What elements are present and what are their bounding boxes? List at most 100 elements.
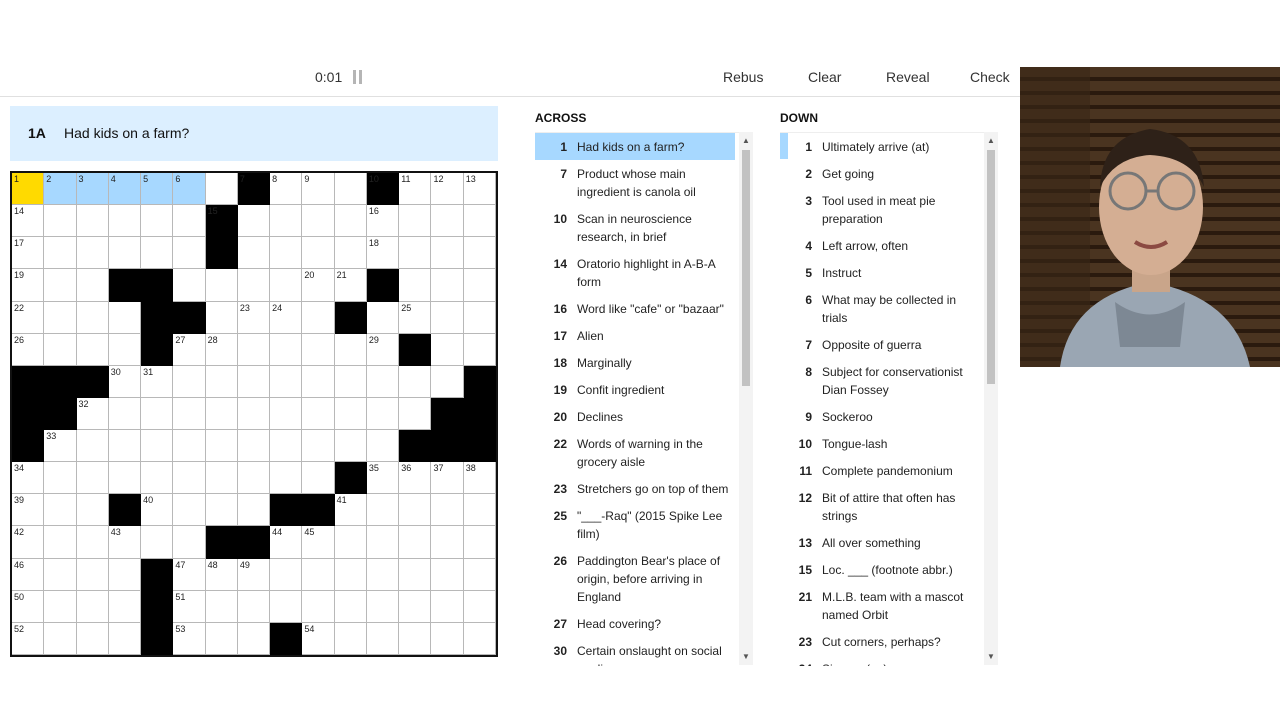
grid-cell[interactable]: 38 — [463, 462, 496, 495]
grid-cell[interactable] — [463, 237, 496, 270]
grid-cell[interactable] — [270, 590, 303, 623]
grid-cell[interactable] — [76, 301, 109, 334]
scroll-up-icon[interactable]: ▲ — [742, 136, 750, 145]
grid-cell[interactable] — [270, 365, 303, 398]
grid-cell[interactable]: 11 — [399, 173, 432, 206]
grid-cell[interactable] — [205, 365, 238, 398]
grid-cell[interactable]: 16 — [366, 205, 400, 238]
grid-cell[interactable] — [334, 526, 367, 559]
grid-cell[interactable] — [141, 397, 174, 431]
grid-cell[interactable]: 25 — [399, 301, 432, 334]
grid-cell[interactable] — [399, 494, 432, 527]
grid-cell[interactable] — [237, 237, 271, 270]
grid-cell[interactable] — [431, 269, 464, 302]
grid-cell[interactable]: 47 — [173, 558, 206, 591]
grid-cell[interactable] — [173, 397, 206, 431]
grid-cell[interactable] — [76, 237, 109, 270]
check-button[interactable]: Check — [970, 69, 1010, 85]
grid-cell[interactable] — [141, 205, 174, 238]
grid-cell[interactable]: 20 — [302, 269, 335, 302]
grid-cell[interactable] — [334, 622, 367, 655]
grid-cell[interactable] — [141, 526, 174, 559]
grid-cell[interactable] — [270, 397, 303, 431]
scroll-down-icon[interactable]: ▼ — [742, 652, 750, 661]
grid-cell[interactable] — [44, 301, 77, 334]
grid-cell[interactable] — [463, 205, 496, 238]
grid-cell[interactable] — [399, 590, 432, 623]
grid-cell[interactable] — [141, 462, 174, 495]
grid-cell[interactable] — [302, 462, 335, 495]
grid-cell[interactable] — [173, 365, 206, 398]
pause-icon[interactable] — [353, 70, 363, 84]
grid-cell[interactable]: 8 — [270, 173, 303, 206]
grid-cell[interactable]: 36 — [399, 462, 432, 495]
grid-cell[interactable]: 1 — [12, 173, 45, 206]
across-clue-item[interactable]: 1 Had kids on a farm? — [535, 133, 735, 160]
grid-cell[interactable]: 40 — [141, 494, 174, 527]
grid-cell[interactable] — [366, 558, 400, 591]
grid-cell[interactable] — [366, 622, 400, 655]
grid-cell[interactable] — [270, 237, 303, 270]
grid-cell[interactable] — [76, 269, 109, 302]
grid-cell[interactable]: 31 — [141, 365, 174, 398]
grid-cell[interactable] — [399, 558, 432, 591]
grid-cell[interactable] — [108, 558, 142, 591]
grid-cell[interactable] — [237, 462, 271, 495]
grid-cell[interactable]: 24 — [270, 301, 303, 334]
grid-cell[interactable] — [270, 430, 303, 463]
grid-cell[interactable] — [366, 526, 400, 559]
grid-cell[interactable] — [108, 301, 142, 334]
grid-cell[interactable] — [334, 430, 367, 463]
grid-cell[interactable] — [399, 397, 432, 431]
grid-cell[interactable] — [205, 430, 238, 463]
grid-cell[interactable]: 5 — [141, 173, 174, 206]
grid-cell[interactable] — [173, 462, 206, 495]
grid-cell[interactable]: 4 — [108, 173, 142, 206]
grid-cell[interactable] — [302, 333, 335, 366]
grid-cell[interactable] — [334, 237, 367, 270]
grid-cell[interactable] — [173, 494, 206, 527]
grid-cell[interactable] — [205, 173, 238, 206]
grid-cell[interactable] — [237, 590, 271, 623]
grid-cell[interactable] — [173, 205, 206, 238]
grid-cell[interactable]: 2 — [44, 173, 77, 206]
grid-cell[interactable] — [431, 590, 464, 623]
grid-cell[interactable] — [237, 430, 271, 463]
grid-cell[interactable] — [205, 397, 238, 431]
clear-button[interactable]: Clear — [808, 69, 841, 85]
grid-cell[interactable]: 34 — [12, 462, 45, 495]
grid-cell[interactable] — [108, 333, 142, 366]
grid-cell[interactable] — [399, 622, 432, 655]
grid-cell[interactable] — [399, 526, 432, 559]
grid-cell[interactable]: 46 — [12, 558, 45, 591]
grid-cell[interactable] — [431, 365, 464, 398]
grid-cell[interactable] — [463, 590, 496, 623]
grid-cell[interactable] — [237, 365, 271, 398]
grid-cell[interactable] — [399, 365, 432, 398]
grid-cell[interactable] — [431, 494, 464, 527]
crossword-grid[interactable]: 1 2 3 4 5 6 7 8 9 10 11 12 13 14 15 16 17 18 19 20 21 22 23 24 2… — [10, 171, 498, 657]
grid-cell[interactable] — [463, 301, 496, 334]
grid-cell[interactable]: 6 — [173, 173, 206, 206]
scroll-thumb[interactable] — [987, 150, 995, 384]
grid-cell[interactable] — [366, 365, 400, 398]
grid-cell[interactable] — [431, 526, 464, 559]
grid-cell[interactable]: 30 — [108, 365, 142, 398]
grid-cell[interactable] — [237, 397, 271, 431]
grid-cell[interactable] — [463, 526, 496, 559]
grid-cell[interactable] — [270, 205, 303, 238]
grid-cell[interactable] — [399, 237, 432, 270]
grid-cell[interactable] — [237, 269, 271, 302]
grid-cell[interactable] — [302, 430, 335, 463]
grid-cell[interactable] — [237, 333, 271, 366]
grid-cell[interactable] — [366, 590, 400, 623]
grid-cell[interactable] — [366, 397, 400, 431]
grid-cell[interactable]: 23 — [237, 301, 271, 334]
grid-cell[interactable] — [141, 430, 174, 463]
grid-cell[interactable] — [173, 269, 206, 302]
scroll-up-icon[interactable]: ▲ — [987, 136, 995, 145]
grid-cell[interactable]: 21 — [334, 269, 367, 302]
grid-cell[interactable] — [108, 397, 142, 431]
grid-cell[interactable] — [399, 269, 432, 302]
grid-cell[interactable] — [173, 430, 206, 463]
